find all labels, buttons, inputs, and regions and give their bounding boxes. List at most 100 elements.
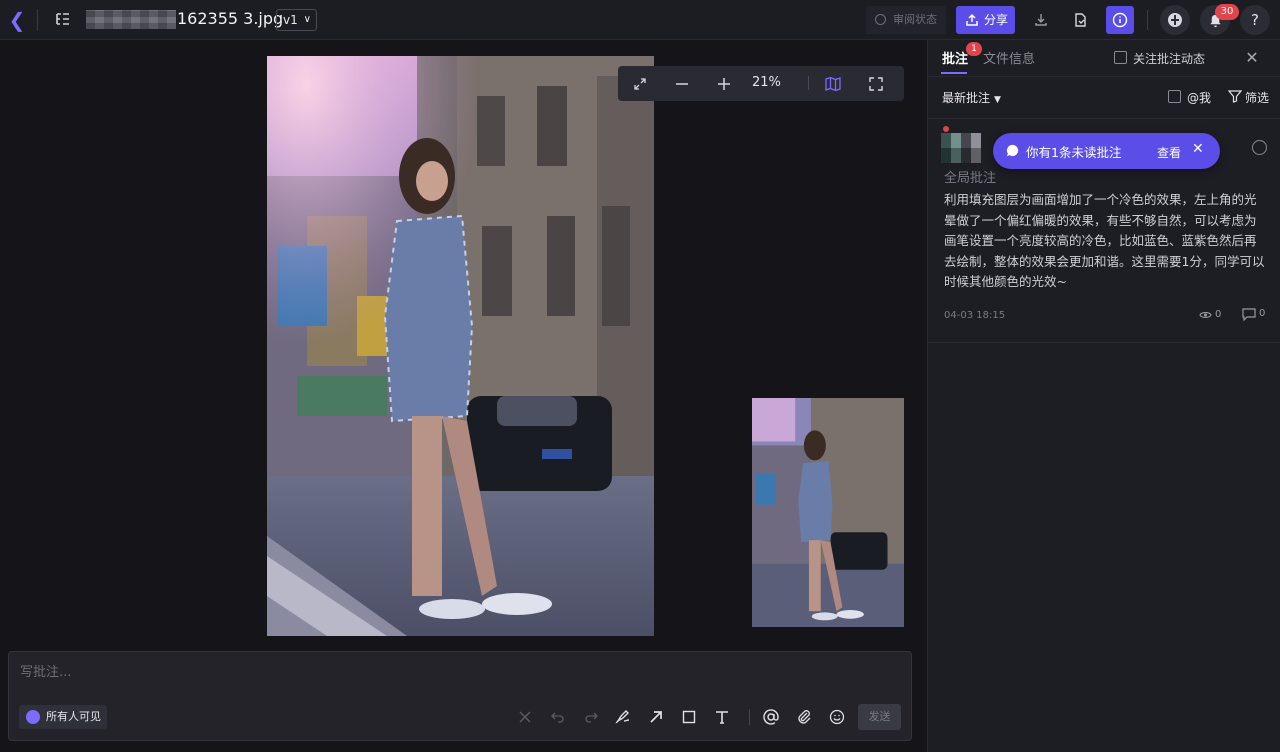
version-select[interactable]: v1 ∨ bbox=[276, 9, 317, 31]
comment-body: 利用填充图层为画面增加了一个冷色的效果，左上角的光晕做了一个偏红偏暖的效果，有些… bbox=[944, 192, 1265, 289]
fullscreen-icon bbox=[869, 77, 883, 91]
back-icon[interactable]: ❮ bbox=[6, 8, 28, 32]
outline-tree-icon[interactable] bbox=[54, 10, 72, 28]
download-button[interactable] bbox=[1027, 6, 1055, 34]
brush-tool-button[interactable] bbox=[613, 707, 633, 727]
view-count-value: 0 bbox=[1215, 309, 1222, 320]
status-circle-icon bbox=[875, 14, 886, 25]
checkbox-icon bbox=[1168, 90, 1181, 103]
resolve-toggle[interactable] bbox=[1252, 140, 1267, 155]
redacted-filename-prefix bbox=[86, 10, 176, 29]
redo-icon bbox=[585, 712, 598, 723]
text-tool-button[interactable] bbox=[712, 707, 732, 727]
tab-file-info[interactable]: 文件信息 bbox=[983, 48, 1035, 67]
undo-icon bbox=[551, 712, 564, 723]
caret-down-icon: ▼ bbox=[994, 95, 1001, 105]
close-icon[interactable]: ✕ bbox=[1243, 49, 1261, 67]
reply-button[interactable]: 0 bbox=[1242, 308, 1266, 321]
chevron-down-icon: ∨ bbox=[303, 14, 311, 25]
visibility-select[interactable]: 所有人可见 bbox=[19, 705, 107, 729]
divider bbox=[1147, 10, 1148, 30]
zoom-out-button[interactable] bbox=[671, 73, 693, 95]
minus-icon bbox=[676, 83, 688, 85]
street-portrait-image bbox=[267, 56, 654, 636]
tab-notes[interactable]: 批注 bbox=[942, 48, 968, 67]
redo-button[interactable] bbox=[581, 707, 601, 727]
map-icon bbox=[825, 77, 841, 91]
minimap-toggle-button[interactable] bbox=[822, 73, 844, 95]
follow-notes-checkbox[interactable]: 关注批注动态 bbox=[1114, 50, 1205, 67]
comment-scope: 全局批注 bbox=[944, 171, 997, 186]
smiley-icon bbox=[829, 709, 845, 725]
help-button[interactable]: ? bbox=[1240, 5, 1270, 35]
rectangle-tool-button[interactable] bbox=[679, 707, 699, 727]
ai-icon bbox=[1168, 13, 1182, 27]
comment-icon bbox=[1242, 308, 1256, 321]
minimap-thumbnail bbox=[752, 398, 904, 627]
filter-button[interactable]: 筛选 bbox=[1228, 89, 1269, 106]
close-icon[interactable]: ✕ bbox=[1192, 141, 1204, 157]
unread-badge: 1 bbox=[966, 42, 982, 56]
info-button[interactable] bbox=[1106, 6, 1134, 34]
file-name: 162355 3.jpg bbox=[177, 9, 284, 28]
eye-icon bbox=[1199, 312, 1212, 318]
share-button[interactable]: 分享 bbox=[956, 6, 1015, 34]
main-image[interactable] bbox=[267, 56, 654, 636]
mentions-me-checkbox[interactable]: @我 bbox=[1168, 89, 1211, 106]
follow-notes-label: 关注批注动态 bbox=[1133, 52, 1206, 66]
rectangle-icon bbox=[682, 710, 696, 724]
divider bbox=[928, 118, 1280, 119]
paperclip-icon bbox=[798, 710, 811, 724]
minimap[interactable] bbox=[752, 398, 904, 627]
comment-timestamp: 04-03 18:15 bbox=[944, 310, 1006, 321]
fullscreen-button[interactable] bbox=[865, 73, 887, 95]
sort-label: 最新批注 bbox=[942, 91, 991, 105]
filter-icon bbox=[1228, 90, 1242, 103]
comment-composer bbox=[8, 651, 912, 741]
at-sign-icon bbox=[763, 709, 779, 725]
send-button[interactable]: 发送 bbox=[858, 704, 901, 730]
reply-count-value: 0 bbox=[1259, 308, 1266, 319]
divider bbox=[808, 76, 809, 90]
attachment-button[interactable] bbox=[794, 707, 814, 727]
sort-dropdown[interactable]: 最新批注 ▼ bbox=[942, 89, 1001, 106]
plus-icon bbox=[718, 78, 730, 90]
review-status-button[interactable]: 审阅状态 bbox=[866, 6, 946, 34]
toast-message: 你有1条未读批注 bbox=[1026, 145, 1122, 160]
fit-screen-button[interactable] bbox=[629, 73, 651, 95]
help-icon: ? bbox=[1251, 11, 1259, 29]
zoom-in-button[interactable] bbox=[713, 73, 735, 95]
divider bbox=[749, 709, 750, 725]
info-icon bbox=[1112, 12, 1128, 28]
text-icon bbox=[716, 711, 728, 724]
avatar[interactable] bbox=[941, 133, 981, 163]
view-count: 0 bbox=[1199, 309, 1221, 320]
file-swap-icon bbox=[1075, 13, 1086, 27]
review-status-label: 审阅状态 bbox=[893, 13, 937, 26]
divider bbox=[928, 342, 1280, 343]
zoom-level: 21% bbox=[752, 75, 781, 90]
checkbox-icon bbox=[1114, 51, 1127, 64]
emoji-button[interactable] bbox=[827, 707, 847, 727]
active-tab-indicator bbox=[941, 72, 967, 74]
ai-assistant-button[interactable] bbox=[1160, 5, 1190, 35]
comment-input[interactable] bbox=[20, 662, 900, 682]
toast-view-button[interactable]: 查看 bbox=[1157, 144, 1181, 161]
arrow-icon bbox=[650, 711, 662, 723]
clear-button[interactable] bbox=[515, 707, 535, 727]
shrink-arrows-icon bbox=[634, 78, 646, 90]
mention-button[interactable] bbox=[761, 707, 781, 727]
share-label: 分享 bbox=[984, 13, 1009, 27]
close-icon bbox=[519, 711, 531, 723]
undo-button[interactable] bbox=[548, 707, 568, 727]
replace-file-button[interactable] bbox=[1066, 6, 1094, 34]
brush-icon bbox=[615, 710, 630, 724]
divider bbox=[928, 76, 1280, 77]
filter-label: 筛选 bbox=[1245, 91, 1270, 105]
unread-dot bbox=[943, 126, 949, 132]
share-icon bbox=[966, 13, 978, 26]
notification-count-badge: 30 bbox=[1215, 4, 1239, 20]
download-icon bbox=[1035, 14, 1047, 26]
globe-icon bbox=[26, 710, 40, 724]
arrow-tool-button[interactable] bbox=[646, 707, 666, 727]
